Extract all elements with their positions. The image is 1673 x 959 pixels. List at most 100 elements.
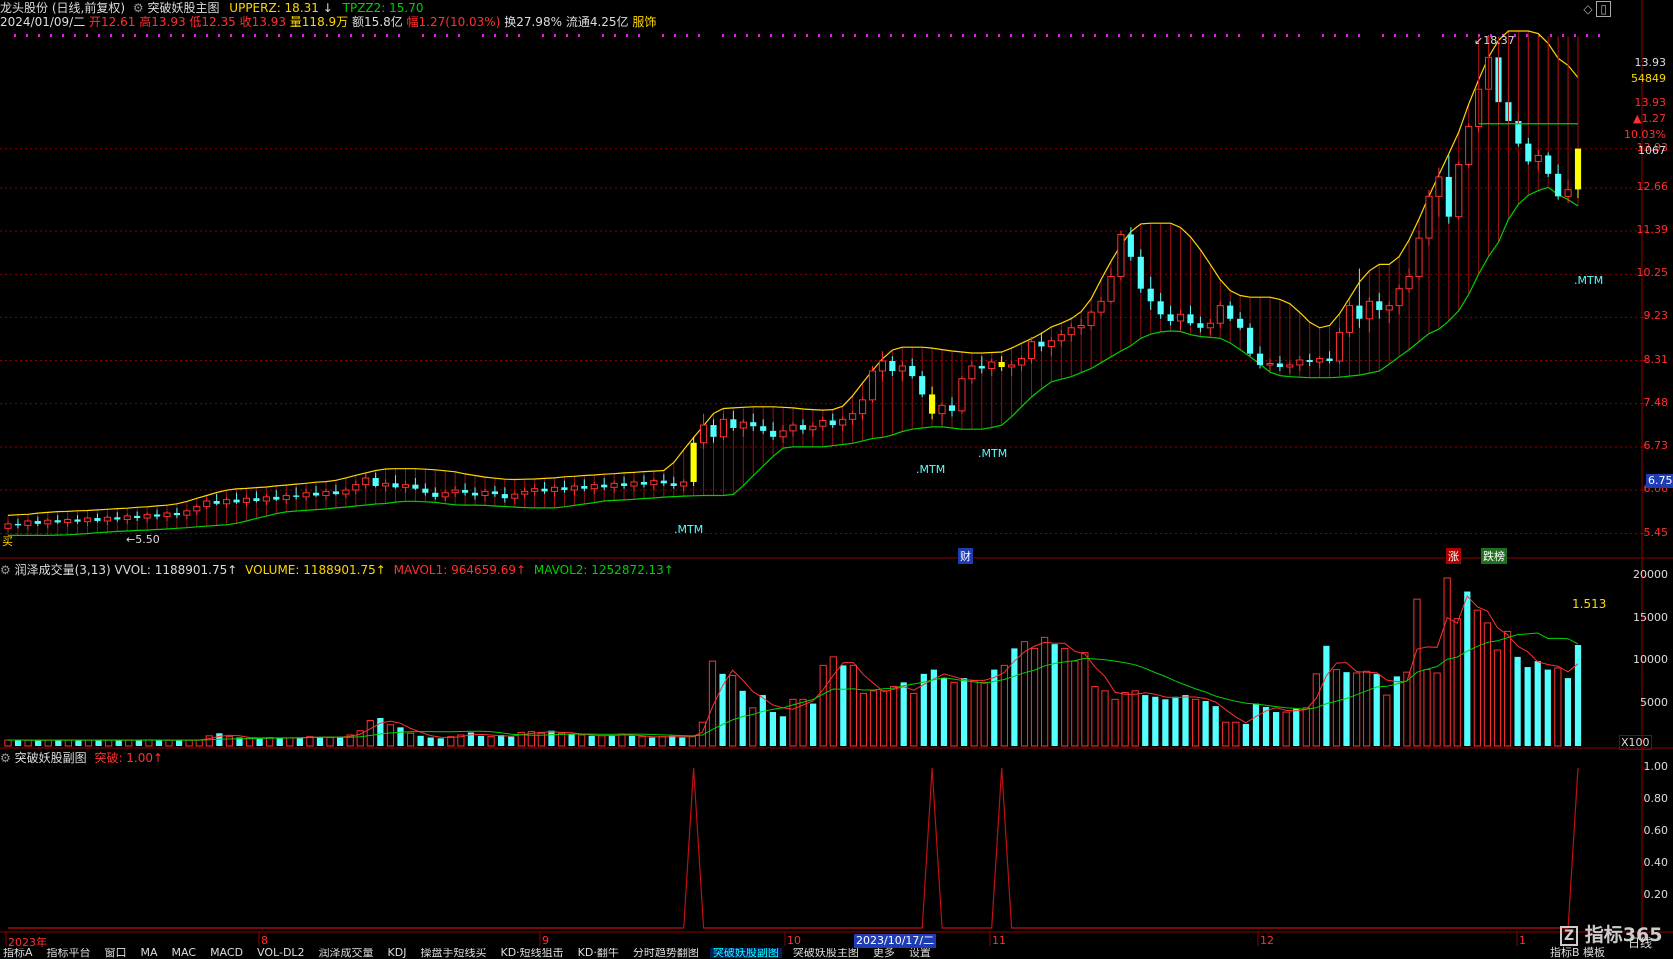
indicator-tab[interactable]: 设置 xyxy=(906,948,934,958)
volume-bar xyxy=(1191,698,1200,747)
candle-body xyxy=(372,478,379,486)
candle-body xyxy=(680,481,688,487)
indicator-tab[interactable]: 操盘手短线买 xyxy=(417,948,489,958)
candle-body xyxy=(302,492,310,498)
candle-body xyxy=(134,515,141,519)
indicator-tab[interactable]: MA xyxy=(138,948,161,958)
mtm-label-4: .MTM xyxy=(1574,274,1604,287)
candle-body xyxy=(352,484,360,491)
price-tick-label: 8.31 xyxy=(1643,352,1669,366)
indicator-tab[interactable]: 润泽成交量 xyxy=(316,948,377,958)
candle-body xyxy=(103,516,111,522)
candle-body xyxy=(770,430,777,437)
vol-tick-label: 5000 xyxy=(1640,695,1668,709)
indicator-tab[interactable]: VOL-DL2 xyxy=(254,948,308,958)
volume-bar xyxy=(608,734,615,746)
volume-bar xyxy=(24,739,32,747)
signal-dot xyxy=(1334,34,1336,37)
signal-dot xyxy=(1010,34,1012,37)
candle-body xyxy=(1345,305,1354,333)
right-tabs[interactable]: 指标B 模板 xyxy=(1550,947,1605,958)
candle-body xyxy=(799,425,807,430)
indicator-tab[interactable]: 窗口 xyxy=(102,948,130,958)
candle-body xyxy=(1405,275,1413,290)
volume-bar xyxy=(679,737,686,746)
candle-body xyxy=(362,477,370,486)
candle-body xyxy=(521,490,529,495)
volume-bar xyxy=(225,736,234,747)
volume-bar xyxy=(1030,647,1039,747)
dragon-tiger-badge[interactable]: 跌榜 xyxy=(1481,548,1507,564)
candle-body xyxy=(898,365,906,372)
signal-dot xyxy=(1298,34,1300,37)
candle-body xyxy=(988,361,996,369)
volume-bar xyxy=(1232,721,1240,747)
indicator-tab[interactable]: 突破妖股主图 xyxy=(790,948,862,958)
indicator-tab[interactable]: MACD xyxy=(207,948,246,958)
volume-bar xyxy=(105,739,113,747)
high-marker: ↙18.37 xyxy=(1474,34,1515,47)
indicator-tab[interactable]: 指标A xyxy=(0,948,36,958)
candle-body xyxy=(54,520,61,523)
signal-dot xyxy=(338,34,340,37)
signal-dot xyxy=(854,34,856,37)
sub-tick-label: 0.60 xyxy=(1643,824,1669,837)
signal-dot xyxy=(782,34,784,37)
candle-body xyxy=(730,419,737,428)
volume-bar xyxy=(84,739,93,747)
volume-bar xyxy=(145,739,153,747)
candle-body xyxy=(153,514,161,517)
indicator-tab[interactable]: 分时趋势翻图 xyxy=(630,948,702,958)
time-label: 10 xyxy=(787,934,801,947)
current-price-box: 6.75 xyxy=(1646,474,1673,488)
finance-event-badge[interactable]: 财 xyxy=(958,548,973,564)
candle-body xyxy=(581,485,588,489)
price-tick-label: 12.66 xyxy=(1636,179,1669,193)
indicator-tab[interactable]: KD·翻牛 xyxy=(575,948,622,958)
indicator-tab[interactable]: 更多 xyxy=(870,948,898,958)
candle-body xyxy=(1097,300,1105,313)
sub-settings-icon[interactable]: ⚙ xyxy=(0,751,11,765)
candle-body xyxy=(114,517,121,520)
volume-bar xyxy=(286,737,294,747)
volume-settings-icon[interactable]: ⚙ xyxy=(0,563,11,577)
volume-panel-title[interactable]: 润泽成交量(3,13) xyxy=(15,563,111,577)
volume-bar xyxy=(1564,678,1572,746)
candle-body xyxy=(1316,358,1324,363)
candle-body xyxy=(74,519,81,522)
signal-dot xyxy=(1202,34,1204,37)
indicator-tab[interactable]: KDJ xyxy=(385,948,410,958)
volume-bar xyxy=(155,740,163,746)
sub-panel-title[interactable]: 突破妖股副图 xyxy=(15,751,87,765)
indicator-tab[interactable]: KD·短线狙击 xyxy=(497,948,566,958)
signal-dot xyxy=(1562,34,1564,37)
signal-dot xyxy=(1574,34,1576,37)
candle-body xyxy=(710,425,717,437)
candle-body xyxy=(1445,176,1452,217)
chart-canvas[interactable] xyxy=(0,0,1673,958)
volume-bar xyxy=(980,681,988,747)
volume-bar xyxy=(1312,673,1320,747)
volume-bar xyxy=(769,712,776,746)
volume-bar xyxy=(970,680,978,747)
indicator-tab[interactable]: MAC xyxy=(169,948,200,958)
candle-body xyxy=(849,413,857,420)
vvol-value: VVOL: 1188901.75↑ xyxy=(114,563,238,577)
signal-dot xyxy=(1070,34,1072,37)
vol-tick-label: 15000 xyxy=(1633,610,1668,624)
indicator-tab[interactable]: 指标平台 xyxy=(44,948,94,958)
signal-dot xyxy=(842,34,844,37)
signal-dot xyxy=(1286,34,1288,37)
limit-up-badge[interactable]: 涨 xyxy=(1446,548,1461,564)
indicator-tab[interactable]: 突破妖股副图 xyxy=(709,948,782,958)
volume-bar xyxy=(1121,692,1129,747)
volume-bar xyxy=(598,735,606,747)
signal-dot xyxy=(374,34,376,37)
brand-z-icon: Z xyxy=(1560,925,1579,946)
signal-dot xyxy=(146,34,148,37)
info-box-6: 1067 xyxy=(1638,144,1666,157)
volume-bar xyxy=(75,740,82,746)
candle-body xyxy=(382,482,390,487)
candle-body xyxy=(163,512,171,518)
signal-dot xyxy=(1190,34,1192,37)
